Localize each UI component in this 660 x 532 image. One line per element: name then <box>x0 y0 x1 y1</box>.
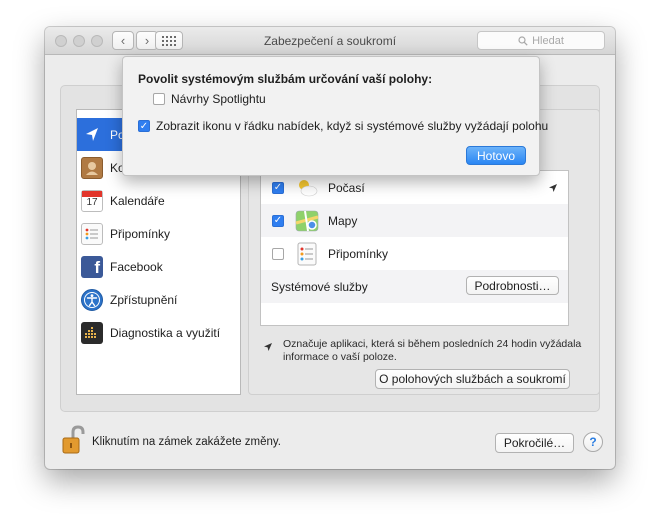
spotlight-suggestions-label: Návrhy Spotlightu <box>171 92 266 106</box>
reminders-icon <box>295 242 319 266</box>
details-button[interactable]: Podrobnosti… <box>466 276 559 295</box>
spotlight-suggestions-checkbox[interactable] <box>153 93 165 105</box>
sidebar-item-label: Diagnostika a využití <box>110 325 221 340</box>
title-bar: ‹ › Zabezpečení a soukromí Hledat <box>45 27 615 55</box>
spotlight-suggestions-option[interactable]: Návrhy Spotlightu <box>153 92 266 106</box>
system-services-label: Systémové služby <box>271 279 368 294</box>
facebook-glyph: f <box>94 257 100 277</box>
popover-title: Povolit systémovým službám určování vaší… <box>138 72 433 86</box>
app-row-reminders[interactable]: Připomínky <box>261 237 568 270</box>
unlocked-padlock-icon <box>62 425 85 454</box>
location-arrow-icon <box>264 343 272 351</box>
app-list[interactable]: ✓ Počasí ✓ Mapy Připomínky Systémové slu… <box>260 170 569 326</box>
advanced-button[interactable]: Pokročilé… <box>495 433 574 453</box>
app-label: Mapy <box>328 213 358 228</box>
sidebar-item-accessibility[interactable]: Zpřístupnění <box>77 283 240 316</box>
reminders-icon <box>81 222 103 245</box>
search-placeholder: Hledat <box>532 34 564 47</box>
menubar-icon-checkbox[interactable]: ✓ <box>138 120 150 132</box>
search-icon <box>518 35 528 46</box>
diagnostics-icon <box>81 321 103 344</box>
sidebar-item-calendars[interactable]: 17 Kalendáře <box>77 184 240 217</box>
about-location-privacy-button[interactable]: O polohových službách a soukromí <box>375 369 570 389</box>
location-arrow-icon <box>81 124 103 146</box>
maps-icon <box>295 209 319 233</box>
help-icon: ? <box>589 435 597 449</box>
app-row-maps[interactable]: ✓ Mapy <box>261 204 568 237</box>
sidebar-item-label: Zpřístupnění <box>110 292 178 307</box>
system-services-popover: Povolit systémovým službám určování vaší… <box>122 56 548 176</box>
menubar-icon-label: Zobrazit ikonu v řádku nabídek, když si … <box>156 119 549 133</box>
done-button[interactable]: Hotovo <box>466 146 526 165</box>
lock-button[interactable] <box>60 425 86 455</box>
sidebar-item-label: Kalendáře <box>110 193 165 208</box>
reminders-checkbox[interactable] <box>272 247 284 260</box>
location-note: Označuje aplikaci, která si během posled… <box>283 338 582 363</box>
weather-icon <box>295 176 319 200</box>
search-field[interactable]: Hledat <box>477 31 605 50</box>
accessibility-icon <box>81 288 103 311</box>
calendar-day: 17 <box>86 196 98 208</box>
sidebar-item-facebook[interactable]: f Facebook <box>77 250 240 283</box>
help-button[interactable]: ? <box>583 432 603 452</box>
sidebar-item-label: Připomínky <box>110 226 171 241</box>
sidebar-item-reminders[interactable]: Připomínky <box>77 217 240 250</box>
contacts-icon <box>81 156 103 179</box>
sidebar-item-label: Facebook <box>110 259 163 274</box>
maps-checkbox[interactable]: ✓ <box>272 214 284 227</box>
menubar-icon-option[interactable]: ✓ Zobrazit ikonu v řádku nabídek, když s… <box>138 119 548 133</box>
location-arrow-icon <box>549 184 557 192</box>
weather-checkbox[interactable]: ✓ <box>272 181 284 194</box>
lock-hint: Kliknutím na zámek zakážete změny. <box>92 436 281 448</box>
app-label: Připomínky <box>328 246 389 261</box>
calendar-icon: 17 <box>81 189 103 212</box>
sidebar-item-diagnostics[interactable]: Diagnostika a využití <box>77 316 240 349</box>
facebook-icon: f <box>81 255 103 278</box>
app-label: Počasí <box>328 180 365 195</box>
